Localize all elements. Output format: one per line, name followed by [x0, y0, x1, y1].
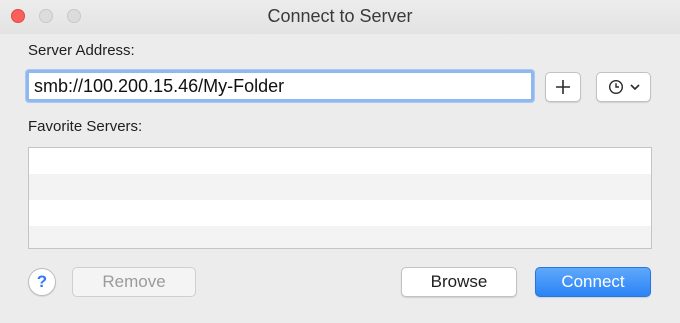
window-title: Connect to Server	[267, 6, 413, 26]
plus-icon	[556, 80, 570, 94]
server-address-input[interactable]	[26, 70, 534, 102]
list-item[interactable]	[29, 148, 651, 174]
list-item[interactable]	[29, 174, 651, 200]
connect-to-server-window: Connect to Server Server Address: Favori…	[0, 0, 680, 323]
list-item[interactable]	[29, 226, 651, 248]
title-bar[interactable]: Connect to Server	[0, 0, 680, 34]
browse-button[interactable]: Browse	[401, 267, 517, 297]
list-item[interactable]	[29, 200, 651, 226]
favorite-servers-list[interactable]	[28, 147, 652, 249]
chevron-down-icon	[629, 84, 640, 91]
add-favorite-button[interactable]	[545, 72, 581, 102]
recent-servers-button[interactable]	[596, 72, 651, 102]
help-button[interactable]: ?	[28, 268, 56, 296]
server-address-label: Server Address:	[28, 42, 135, 59]
clock-icon	[608, 79, 623, 95]
favorite-servers-label: Favorite Servers:	[28, 118, 143, 135]
remove-button[interactable]: Remove	[72, 267, 196, 297]
connect-button[interactable]: Connect	[535, 267, 651, 297]
